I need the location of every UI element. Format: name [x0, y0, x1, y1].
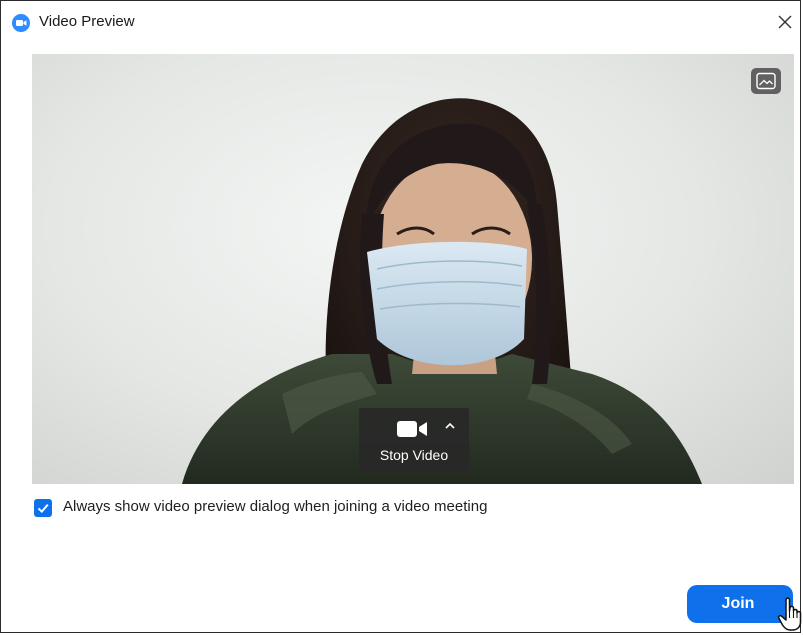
always-show-preview-checkbox[interactable] — [34, 499, 52, 517]
chevron-up-icon[interactable] — [444, 421, 456, 431]
stop-video-button[interactable]: Stop Video — [359, 408, 469, 471]
window-title: Video Preview — [39, 13, 135, 30]
video-preview: Stop Video — [32, 54, 794, 484]
close-button[interactable] — [772, 9, 798, 35]
close-icon — [778, 15, 792, 29]
stop-video-label: Stop Video — [379, 447, 449, 463]
title-bar: Video Preview — [1, 1, 800, 41]
zoom-logo-icon — [12, 14, 30, 32]
checkmark-icon — [37, 503, 49, 514]
background-toggle-button[interactable] — [751, 68, 781, 94]
image-icon — [756, 72, 776, 90]
always-show-preview-label: Always show video preview dialog when jo… — [63, 498, 488, 515]
video-preview-dialog: Video Preview Stop Video Always show vid… — [0, 0, 802, 633]
video-camera-icon — [397, 421, 427, 437]
join-button[interactable]: Join — [687, 585, 793, 623]
